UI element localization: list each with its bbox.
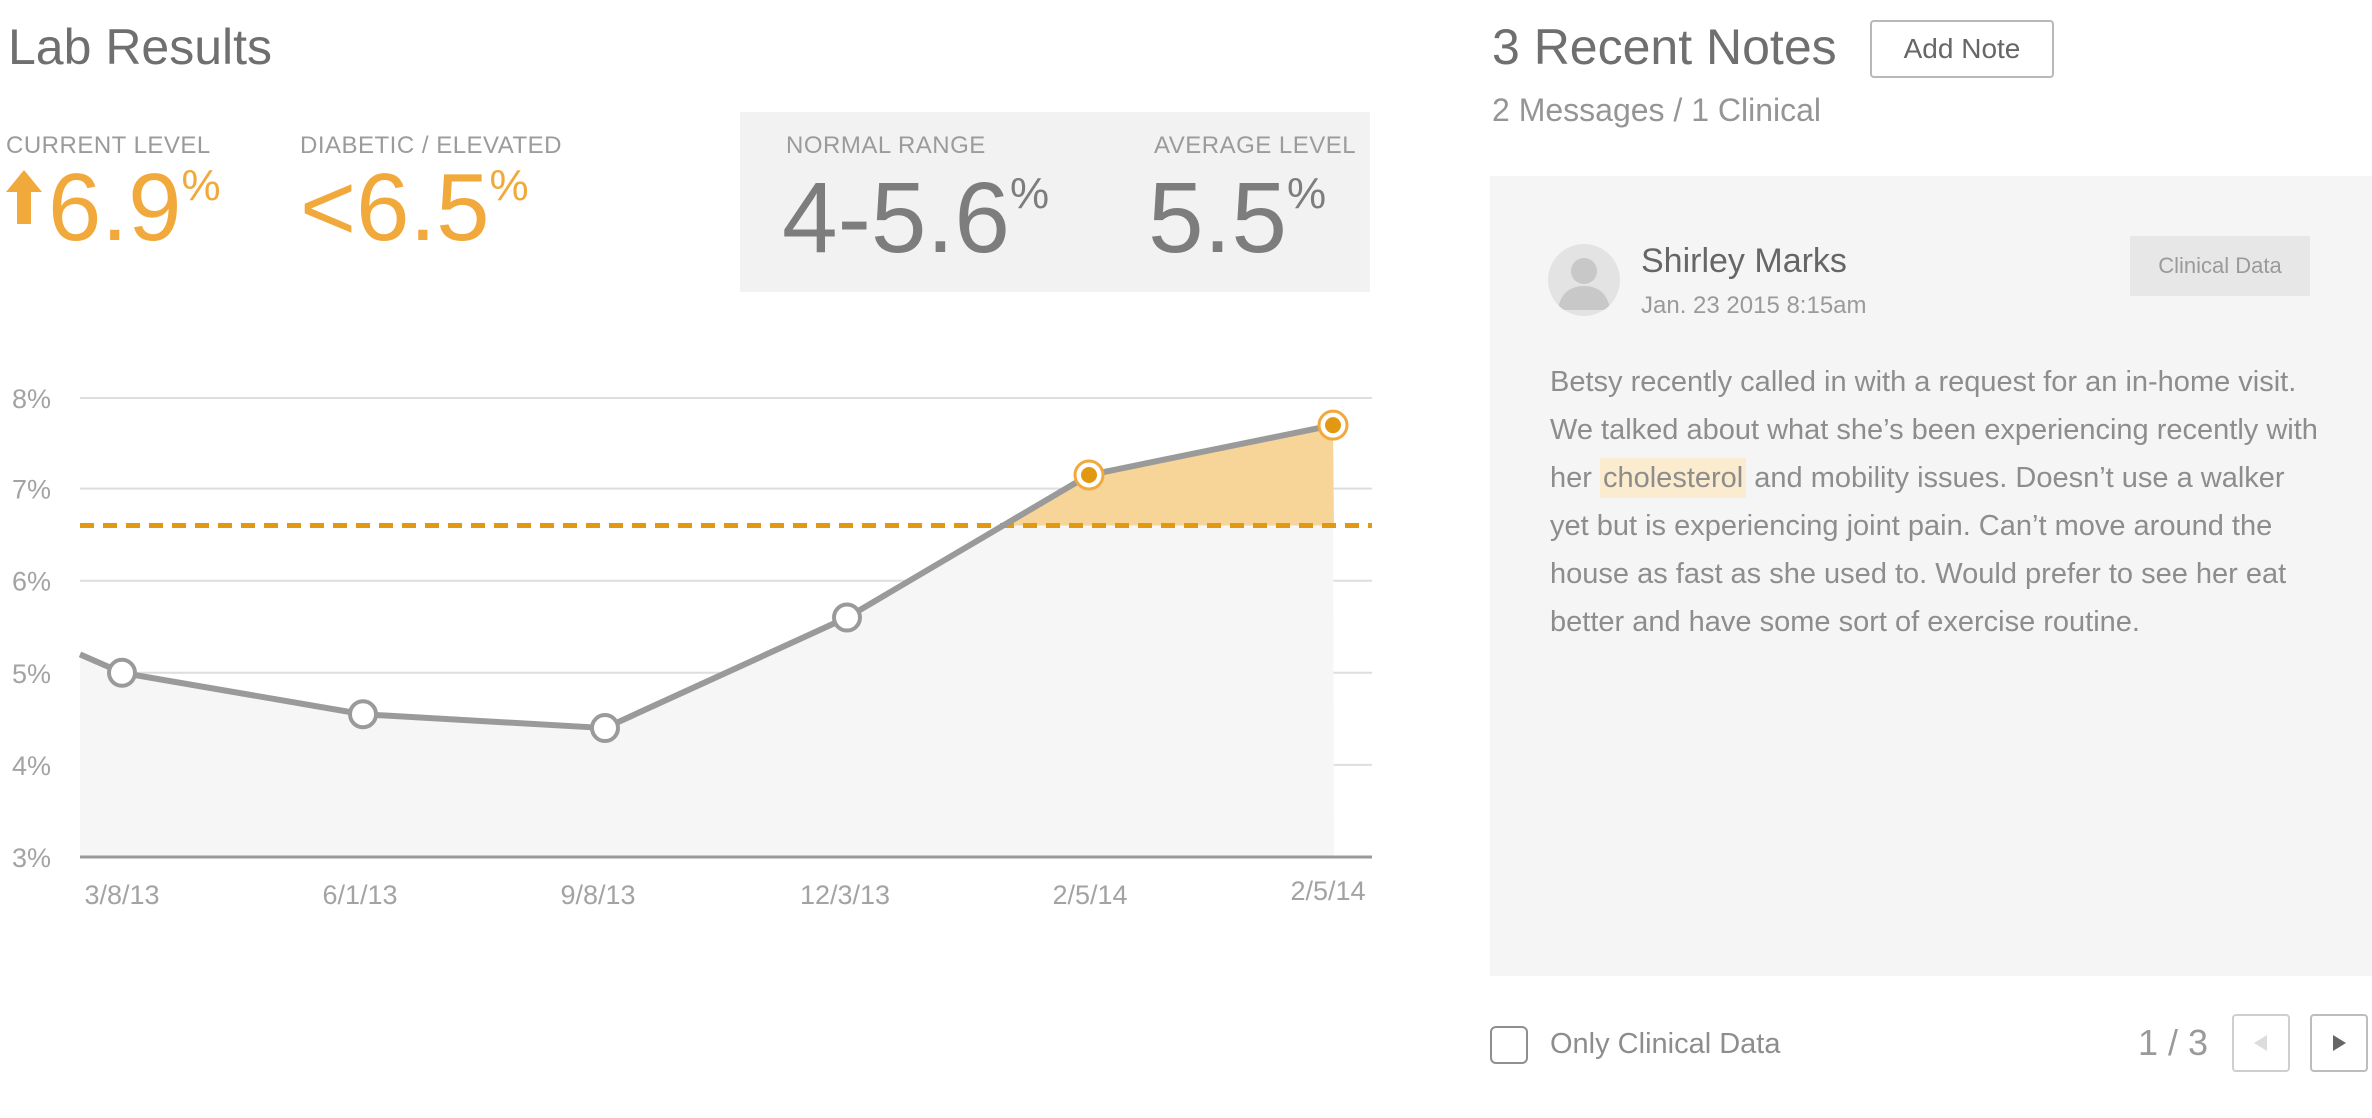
x-tick-label: 3/8/13 (84, 880, 159, 910)
triangle-left-icon (2254, 1035, 2267, 1051)
lab-results-chart: 8% 7% 6% 5% 4% 3% 3/8/13 6/1/13 9/8/13 12/3/13 2/5… (12, 384, 1372, 910)
x-tick-label: 2/5/14 (1052, 880, 1127, 910)
data-point (590, 713, 620, 744)
y-tick-label: 6% (12, 567, 51, 597)
average-level-label: AVERAGE LEVEL (1154, 132, 1357, 159)
notes-summary: 2 Messages / 1 Clinical (1492, 92, 1822, 128)
normal-range-value: 4-5.6% (782, 162, 1050, 274)
only-clinical-label[interactable]: Only Clinical Data (1550, 1028, 1780, 1061)
elevated-area (1003, 425, 1334, 526)
user-avatar-icon (1548, 244, 1620, 316)
y-tick-label: 4% (12, 751, 51, 781)
y-tick-label: 7% (12, 475, 51, 505)
note-author: Shirley Marks (1641, 242, 1847, 280)
recent-notes-title: 3 Recent Notes (1492, 19, 1837, 75)
data-point (348, 699, 378, 730)
x-tick-label: 2/5/14 (1290, 876, 1365, 906)
normal-range-label: NORMAL RANGE (786, 132, 986, 159)
note-body: Betsy recently called in with a request … (1550, 366, 2318, 638)
data-point (832, 602, 862, 633)
add-note-button[interactable]: Add Note (1870, 20, 2054, 78)
x-tick-label: 9/8/13 (560, 880, 635, 910)
triangle-right-icon (2333, 1035, 2346, 1051)
next-page-button[interactable] (2310, 1014, 2368, 1072)
average-level-value: 5.5% (1148, 162, 1327, 274)
x-tick-label: 6/1/13 (322, 880, 397, 910)
arrow-up-icon (6, 170, 42, 224)
clinical-data-badge: Clinical Data (2130, 236, 2310, 296)
data-point-core (1325, 417, 1341, 434)
previous-page-button[interactable] (2232, 1014, 2290, 1072)
highlighted-term: cholesterol (1599, 458, 1747, 498)
note-timestamp: Jan. 23 2015 8:15am (1641, 292, 1867, 319)
only-clinical-checkbox[interactable] (1490, 1026, 1528, 1064)
current-level-value: 6.9% (48, 154, 221, 261)
y-tick-label: 5% (12, 659, 51, 689)
x-tick-label: 12/3/13 (800, 880, 890, 910)
diabetic-elevated-value: <6.5% (300, 154, 529, 261)
y-tick-label: 8% (12, 384, 51, 414)
pagination-indicator: 1 / 3 (2138, 1022, 2209, 1063)
data-point (107, 657, 137, 688)
data-point-core (1081, 467, 1097, 484)
lab-results-title: Lab Results (8, 19, 273, 75)
y-tick-label: 3% (12, 843, 51, 873)
